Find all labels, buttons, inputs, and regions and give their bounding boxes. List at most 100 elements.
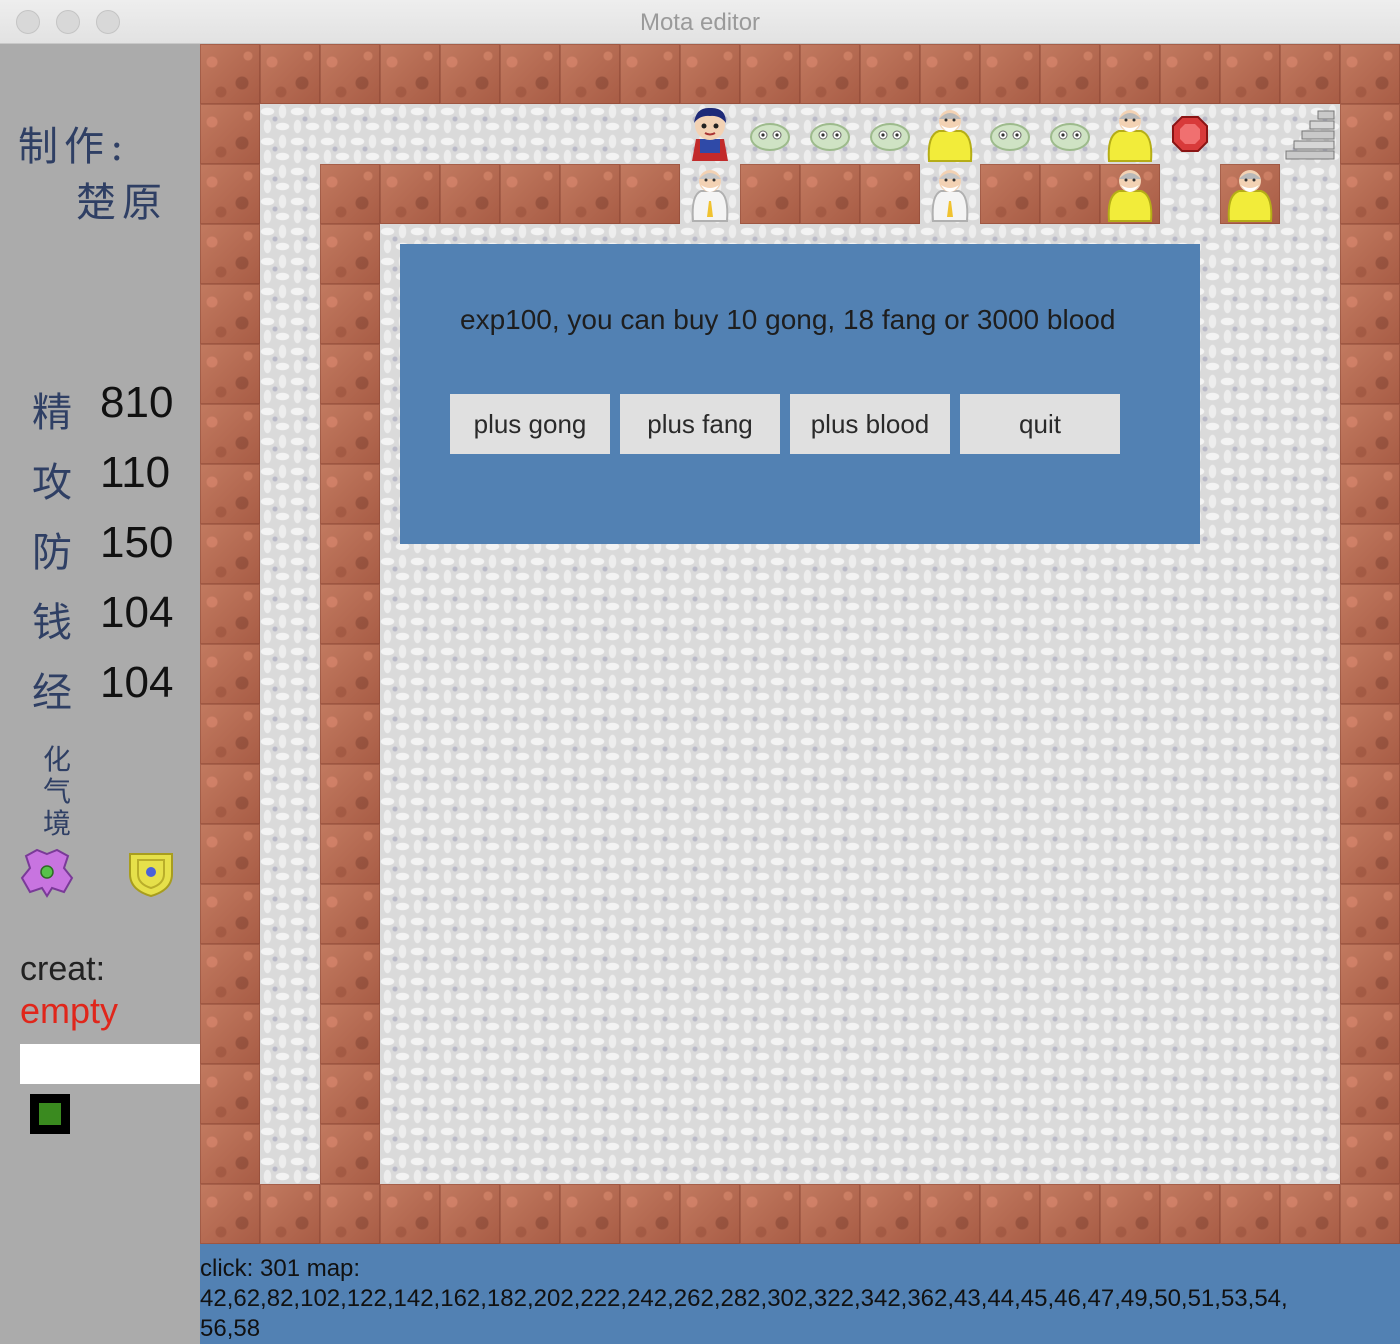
wall-tile[interactable] — [740, 44, 800, 104]
floor-tile[interactable] — [680, 824, 740, 884]
floor-tile[interactable] — [1040, 704, 1100, 764]
map-grid[interactable] — [200, 44, 1400, 1244]
floor-tile[interactable] — [1220, 284, 1280, 344]
floor-tile[interactable] — [860, 1064, 920, 1124]
floor-tile[interactable] — [1280, 764, 1340, 824]
floor-tile[interactable] — [380, 764, 440, 824]
wall-tile[interactable] — [200, 284, 260, 344]
floor-tile[interactable] — [500, 1064, 560, 1124]
floor-tile[interactable] — [380, 944, 440, 1004]
floor-tile[interactable] — [740, 584, 800, 644]
floor-tile[interactable] — [1040, 1064, 1100, 1124]
floor-tile[interactable] — [1100, 1124, 1160, 1184]
wall-tile[interactable] — [620, 44, 680, 104]
floor-tile[interactable] — [1100, 644, 1160, 704]
wall-tile[interactable] — [1340, 1184, 1400, 1244]
floor-tile[interactable] — [440, 104, 500, 164]
green-slime-icon[interactable] — [800, 104, 860, 164]
wall-tile[interactable] — [200, 824, 260, 884]
floor-tile[interactable] — [740, 884, 800, 944]
floor-tile[interactable] — [980, 884, 1040, 944]
green-slime-icon[interactable] — [1040, 104, 1100, 164]
floor-tile[interactable] — [1220, 1124, 1280, 1184]
floor-tile[interactable] — [1160, 944, 1220, 1004]
floor-tile[interactable] — [260, 704, 320, 764]
floor-tile[interactable] — [740, 1004, 800, 1064]
wall-tile[interactable] — [1340, 1004, 1400, 1064]
floor-tile[interactable] — [560, 824, 620, 884]
floor-tile[interactable] — [260, 944, 320, 1004]
floor-tile[interactable] — [980, 944, 1040, 1004]
wall-tile[interactable] — [1340, 824, 1400, 884]
floor-tile[interactable] — [680, 584, 740, 644]
floor-tile[interactable] — [680, 1004, 740, 1064]
wall-tile[interactable] — [320, 44, 380, 104]
floor-tile[interactable] — [860, 944, 920, 1004]
wall-tile[interactable] — [200, 644, 260, 704]
yellow-robed-elder-icon[interactable] — [1220, 164, 1280, 224]
wall-tile[interactable] — [320, 884, 380, 944]
floor-tile[interactable] — [800, 1064, 860, 1124]
floor-tile[interactable] — [1280, 584, 1340, 644]
floor-tile[interactable] — [740, 644, 800, 704]
wall-tile[interactable] — [1100, 1184, 1160, 1244]
floor-tile[interactable] — [740, 1064, 800, 1124]
floor-tile[interactable] — [1160, 164, 1220, 224]
floor-tile[interactable] — [1220, 104, 1280, 164]
wall-tile[interactable] — [1280, 44, 1340, 104]
floor-tile[interactable] — [980, 1004, 1040, 1064]
yellow-robed-elder-icon[interactable] — [1100, 104, 1160, 164]
wall-tile[interactable] — [200, 164, 260, 224]
floor-tile[interactable] — [1220, 584, 1280, 644]
floor-tile[interactable] — [500, 764, 560, 824]
floor-tile[interactable] — [560, 944, 620, 1004]
plus-fang-button[interactable]: plus fang — [620, 394, 780, 454]
floor-tile[interactable] — [860, 584, 920, 644]
floor-tile[interactable] — [980, 764, 1040, 824]
floor-tile[interactable] — [980, 644, 1040, 704]
floor-tile[interactable] — [920, 824, 980, 884]
floor-tile[interactable] — [1280, 284, 1340, 344]
wall-tile[interactable] — [1340, 644, 1400, 704]
floor-tile[interactable] — [560, 644, 620, 704]
floor-tile[interactable] — [740, 704, 800, 764]
red-gem-icon[interactable] — [1160, 104, 1220, 164]
wall-tile[interactable] — [500, 44, 560, 104]
wall-tile[interactable] — [320, 1184, 380, 1244]
wall-tile[interactable] — [1040, 44, 1100, 104]
tile-color-swatch[interactable] — [30, 1094, 70, 1134]
floor-tile[interactable] — [980, 1124, 1040, 1184]
floor-tile[interactable] — [620, 104, 680, 164]
floor-tile[interactable] — [1100, 1064, 1160, 1124]
floor-tile[interactable] — [1220, 884, 1280, 944]
wall-tile[interactable] — [680, 44, 740, 104]
quit-button[interactable]: quit — [960, 394, 1120, 454]
wall-tile[interactable] — [1160, 1184, 1220, 1244]
floor-tile[interactable] — [260, 644, 320, 704]
floor-tile[interactable] — [1280, 464, 1340, 524]
wall-tile[interactable] — [440, 164, 500, 224]
floor-tile[interactable] — [1280, 344, 1340, 404]
floor-tile[interactable] — [380, 704, 440, 764]
wall-tile[interactable] — [320, 284, 380, 344]
floor-tile[interactable] — [1280, 1064, 1340, 1124]
floor-tile[interactable] — [1220, 404, 1280, 464]
floor-tile[interactable] — [920, 764, 980, 824]
wall-tile[interactable] — [1340, 1064, 1400, 1124]
floor-tile[interactable] — [1220, 464, 1280, 524]
floor-tile[interactable] — [860, 644, 920, 704]
stairs-up-icon[interactable] — [1280, 104, 1340, 164]
wall-tile[interactable] — [260, 1184, 320, 1244]
floor-tile[interactable] — [1100, 584, 1160, 644]
floor-tile[interactable] — [440, 584, 500, 644]
wall-tile[interactable] — [1340, 704, 1400, 764]
floor-tile[interactable] — [500, 1124, 560, 1184]
floor-tile[interactable] — [620, 704, 680, 764]
floor-tile[interactable] — [860, 884, 920, 944]
floor-tile[interactable] — [1280, 884, 1340, 944]
green-slime-icon[interactable] — [740, 104, 800, 164]
wall-tile[interactable] — [620, 1184, 680, 1244]
floor-tile[interactable] — [1160, 1064, 1220, 1124]
floor-tile[interactable] — [380, 1124, 440, 1184]
wall-tile[interactable] — [800, 44, 860, 104]
